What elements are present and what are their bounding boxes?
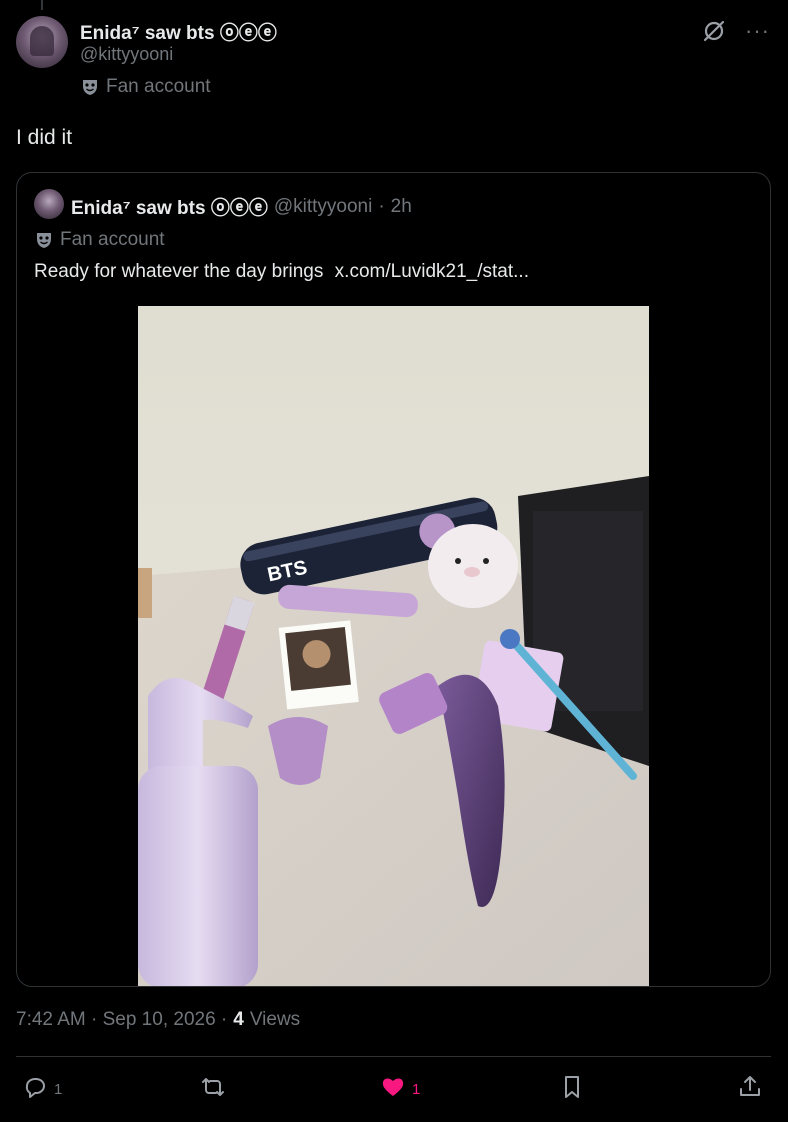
views-count: 4 [233, 1009, 244, 1030]
fan-account-label: Fan account [106, 76, 211, 97]
quoted-author-handle[interactable]: @kittyyooni [274, 196, 373, 218]
quoted-tweet-text: Ready for whatever the day brings x.com/… [34, 261, 529, 283]
tweet-meta-row: 7:42 AM · Sep 10, 2026 · 4 Views [16, 1009, 300, 1031]
reply-count: 1 [54, 1080, 63, 1098]
retweet-icon [200, 1074, 226, 1104]
fan-account-badge: Fan account [80, 76, 211, 98]
thread-connector-line [41, 0, 43, 10]
author-name-row[interactable]: Enida⁷ saw bts ⓞⓔⓔ [80, 18, 277, 45]
views-label: Views [249, 1009, 301, 1030]
quoted-tweet-header: Enida⁷ saw bts ⓞⓔⓔ @kittyyooni · 2h [71, 193, 412, 220]
grok-icon[interactable] [701, 18, 727, 44]
retweet-button[interactable] [200, 1074, 232, 1104]
quoted-tweet-link[interactable]: x.com/Luvidk21_/stat... [335, 261, 529, 282]
heart-icon [380, 1074, 406, 1104]
reply-button[interactable]: 1 [22, 1074, 62, 1104]
quoted-tweet-card[interactable]: Enida⁷ saw bts ⓞⓔⓔ @kittyyooni · 2h Fan … [16, 172, 771, 987]
tweet-text: I did it [16, 126, 73, 149]
action-bar-divider [16, 1056, 771, 1057]
mask-icon [34, 230, 54, 250]
like-count: 1 [412, 1080, 421, 1098]
reply-icon [22, 1074, 48, 1104]
quoted-tweet-photo[interactable]: BTS [138, 306, 649, 986]
tweet-action-bar: 1 1 [0, 1068, 788, 1108]
quoted-author-name[interactable]: Enida⁷ saw bts ⓞⓔⓔ [71, 193, 268, 220]
quoted-tweet-body: Ready for whatever the day brings [34, 261, 324, 282]
tweet-top-actions: ··· [701, 18, 770, 44]
tweet-timestamp[interactable]: 7:42 AM · Sep 10, 2026 · [16, 1009, 227, 1031]
author-handle[interactable]: @kittyyooni [80, 44, 173, 65]
quoted-fan-account-badge: Fan account [34, 229, 165, 251]
quoted-tweet-time[interactable]: 2h [391, 196, 412, 218]
author-avatar[interactable] [16, 16, 68, 68]
header-separator: · [378, 195, 385, 217]
mask-icon [80, 77, 100, 97]
quoted-fan-account-label: Fan account [60, 229, 165, 250]
quoted-author-avatar[interactable] [34, 189, 64, 219]
share-icon [737, 1074, 763, 1104]
like-button[interactable]: 1 [380, 1074, 420, 1104]
more-icon[interactable]: ··· [745, 20, 770, 42]
bookmark-button[interactable] [559, 1074, 585, 1104]
photo-illustration: BTS [138, 306, 649, 986]
share-button[interactable] [737, 1074, 763, 1104]
bookmark-icon [559, 1074, 585, 1104]
author-display-name[interactable]: Enida⁷ saw bts ⓞⓔⓔ [80, 18, 277, 45]
